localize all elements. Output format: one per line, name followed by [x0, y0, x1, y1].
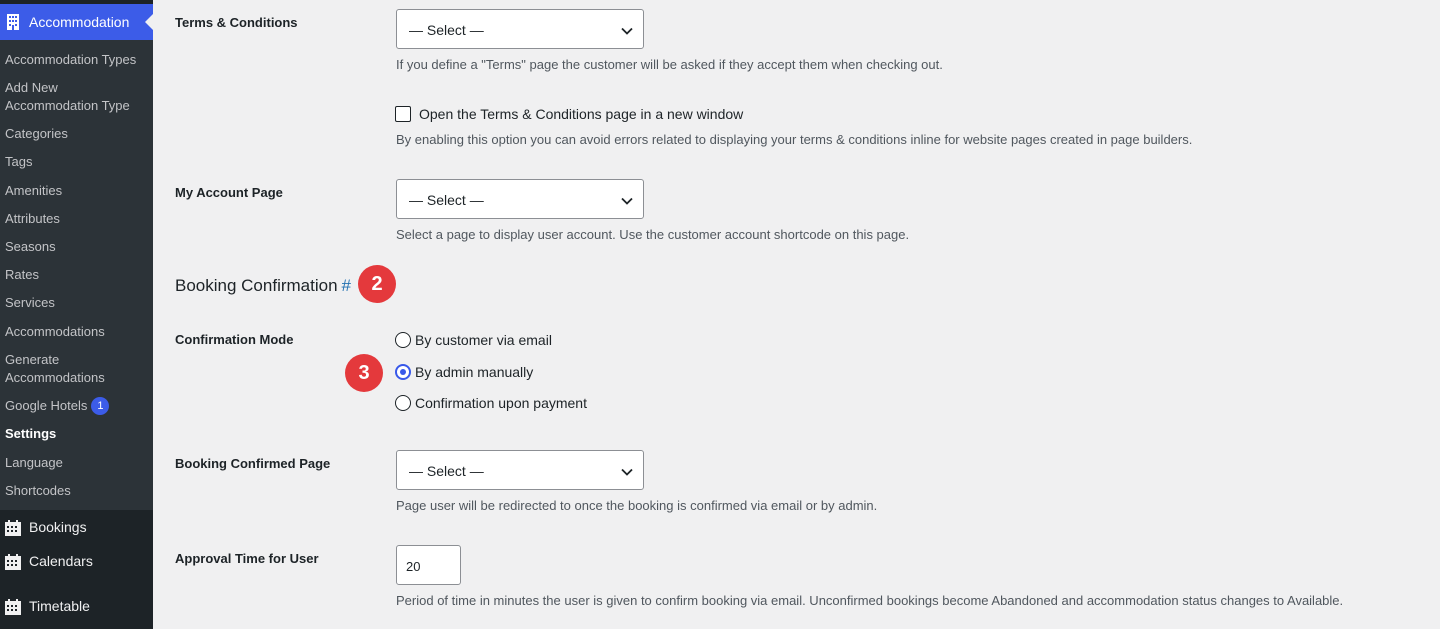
chevron-down-icon — [621, 194, 633, 212]
step-marker-3: 3 — [345, 354, 383, 392]
calendar-icon — [4, 553, 22, 576]
menu-calendars[interactable]: Calendars — [0, 544, 153, 578]
submenu-item-accommodations[interactable]: Accommodations — [5, 323, 105, 341]
section-title: Booking Confirmation # — [175, 276, 351, 296]
submenu-item-shortcodes[interactable]: Shortcodes — [5, 482, 71, 500]
terms-description: If you define a "Terms" page the custome… — [396, 57, 943, 72]
radio-admin-manually-label[interactable]: By admin manually — [415, 364, 533, 380]
confirmed-page-label: Booking Confirmed Page — [175, 456, 331, 471]
submenu-item-add-new[interactable]: Add New — [5, 79, 58, 97]
terms-new-window-label[interactable]: Open the Terms & Conditions page in a ne… — [419, 106, 743, 122]
anchor-link[interactable]: # — [342, 276, 351, 295]
approval-time-description: Period of time in minutes the user is gi… — [396, 593, 1344, 608]
google-hotels-label: Google Hotels — [5, 398, 88, 413]
submenu-item-amenities[interactable]: Amenities — [5, 182, 62, 200]
terms-select[interactable]: — Select — — [396, 9, 644, 49]
step-marker-2: 2 — [358, 265, 396, 303]
submenu-item-generate-line2[interactable]: Accommodations — [5, 369, 105, 387]
submenu-item-generate[interactable]: Generate — [5, 351, 59, 369]
approval-time-input[interactable]: 20 — [396, 545, 461, 585]
submenu-item-tags[interactable]: Tags — [5, 153, 32, 171]
confirmed-page-description: Page user will be redirected to once the… — [396, 498, 878, 513]
notification-badge: 1 — [91, 397, 110, 415]
active-notch — [145, 14, 153, 30]
terms-new-window-checkbox[interactable] — [395, 106, 411, 122]
submenu-item-seasons[interactable]: Seasons — [5, 238, 56, 256]
radio-upon-payment-label[interactable]: Confirmation upon payment — [415, 395, 587, 411]
menu-timetable[interactable]: Timetable — [0, 589, 153, 623]
terms-label: Terms & Conditions — [175, 15, 298, 30]
chevron-down-icon — [621, 465, 633, 483]
select-value: — Select — — [409, 22, 484, 38]
submenu-item-categories[interactable]: Categories — [5, 125, 68, 143]
terms-new-window-description: By enabling this option you can avoid er… — [396, 132, 1193, 147]
menu-label: Accommodation — [29, 14, 130, 30]
account-page-select[interactable]: — Select — — [396, 179, 644, 219]
submenu-item-google-hotels[interactable]: Google Hotels 1 — [5, 397, 110, 415]
approval-time-value: 20 — [406, 559, 421, 574]
admin-sidebar: Accommodation Accommodation Types Add Ne… — [0, 0, 153, 629]
menu-label: Bookings — [29, 519, 87, 535]
submenu-item-attributes[interactable]: Attributes — [5, 210, 60, 228]
submenu-item-language[interactable]: Language — [5, 454, 63, 472]
submenu-item-rates[interactable]: Rates — [5, 266, 39, 284]
menu-accommodation[interactable]: Accommodation — [0, 4, 153, 40]
submenu-item-add-new-line2[interactable]: Accommodation Type — [5, 97, 130, 115]
confirmation-mode-label: Confirmation Mode — [175, 332, 294, 347]
radio-upon-payment[interactable] — [395, 395, 411, 411]
submenu-item-settings[interactable]: Settings — [5, 425, 56, 443]
menu-label: Calendars — [29, 553, 93, 569]
section-title-text: Booking Confirmation — [175, 276, 338, 295]
submenu-item-services[interactable]: Services — [5, 294, 55, 312]
select-value: — Select — — [409, 463, 484, 479]
radio-admin-manually[interactable] — [395, 364, 411, 380]
menu-label: Timetable — [29, 598, 90, 614]
account-page-label: My Account Page — [175, 185, 283, 200]
select-value: — Select — — [409, 192, 484, 208]
submenu-item-accommodation-types[interactable]: Accommodation Types — [5, 51, 136, 69]
confirmed-page-select[interactable]: — Select — — [396, 450, 644, 490]
calendar-icon — [4, 598, 22, 621]
chevron-down-icon — [621, 24, 633, 42]
menu-bookings[interactable]: Bookings — [0, 510, 153, 544]
calendar-icon — [4, 519, 22, 542]
submenu: Accommodation Types Add New Accommodatio… — [0, 40, 153, 510]
approval-time-label: Approval Time for User — [175, 551, 319, 566]
building-icon — [4, 13, 22, 36]
radio-customer-email[interactable] — [395, 332, 411, 348]
account-page-description: Select a page to display user account. U… — [396, 227, 910, 242]
radio-customer-email-label[interactable]: By customer via email — [415, 332, 552, 348]
